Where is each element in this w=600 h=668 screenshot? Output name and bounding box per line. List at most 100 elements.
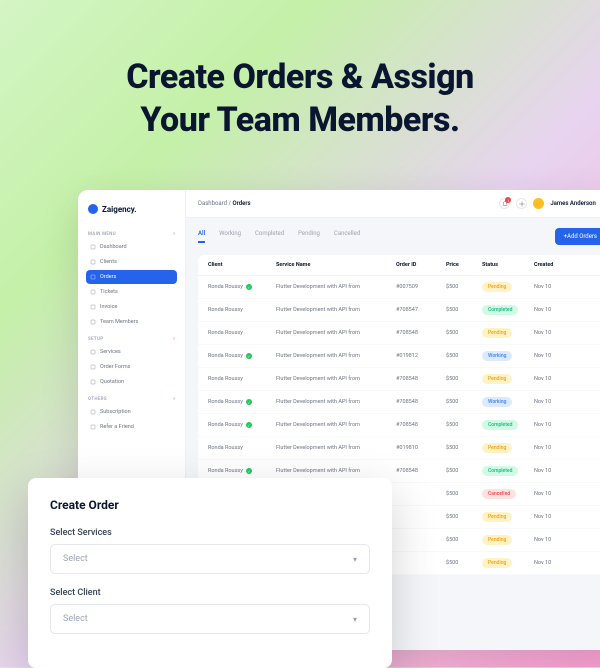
users-icon — [90, 259, 96, 265]
cell-orderid: #708548 — [396, 330, 446, 336]
sidebar-item-label: Team Members — [100, 319, 138, 325]
table-row[interactable]: Ronda Roussy✓ Flutter Development with A… — [198, 345, 600, 368]
tab-pending[interactable]: Pending — [298, 230, 320, 243]
label-services: Select Services — [50, 528, 370, 538]
sidebar-item-label: Tickets — [100, 289, 118, 295]
sidebar-item-services[interactable]: Services — [86, 345, 177, 359]
tab-cancelled[interactable]: Cancelled — [334, 230, 360, 243]
chevron-down-icon: ▾ — [353, 615, 357, 624]
th-service: Service Name — [276, 262, 396, 268]
team-icon — [90, 319, 96, 325]
tab-working[interactable]: Working — [219, 230, 241, 243]
select-services-placeholder: Select — [63, 554, 88, 564]
logo[interactable]: Zaigency. — [86, 200, 177, 224]
sidebar-item-dashboard[interactable]: Dashboard — [86, 240, 177, 254]
cell-status: Cancelled — [482, 489, 534, 499]
cell-client: Ronda Roussy✓ — [208, 468, 276, 474]
cell-status: Completed — [482, 420, 534, 430]
table-row[interactable]: Ronda Roussy Flutter Development with AP… — [198, 437, 600, 460]
table-row[interactable]: Ronda Roussy Flutter Development with AP… — [198, 322, 600, 345]
cell-client: Ronda Roussy — [208, 376, 276, 382]
cell-service: Flutter Development with API from — [276, 353, 396, 359]
sidebar-item-label: Dashboard — [100, 244, 127, 250]
select-client[interactable]: Select ▾ — [50, 604, 370, 634]
tab-completed[interactable]: Completed — [255, 230, 284, 243]
sidebar-item-label: Services — [100, 349, 121, 355]
cell-created: Nov 10 — [534, 422, 574, 428]
cell-created: Nov 10 — [534, 514, 574, 520]
cell-status: Pending — [482, 512, 534, 522]
notification-button[interactable]: 1 — [499, 198, 510, 209]
sidebar-item-label: Invoice — [100, 304, 117, 310]
sidebar-item-team-members[interactable]: Team Members — [86, 315, 177, 329]
sidebar-item-tickets[interactable]: Tickets — [86, 285, 177, 299]
table-row[interactable]: Ronda Roussy✓ Flutter Development with A… — [198, 276, 600, 299]
grid-icon — [90, 244, 96, 250]
table-row[interactable]: Ronda Roussy Flutter Development with AP… — [198, 368, 600, 391]
sidebar-item-label: Subscription — [100, 409, 131, 415]
form-icon — [90, 364, 96, 370]
cell-price: $500 — [446, 307, 482, 313]
sidebar-item-quotation[interactable]: Quotation — [86, 375, 177, 389]
cell-status: Completed — [482, 305, 534, 315]
cell-price: $500 — [446, 514, 482, 520]
cell-price: $500 — [446, 330, 482, 336]
cell-created: Nov 10 — [534, 353, 574, 359]
sidebar-item-clients[interactable]: Clients — [86, 255, 177, 269]
logo-icon — [88, 204, 98, 214]
cell-created: Nov 10 — [534, 284, 574, 290]
cell-status: Pending — [482, 558, 534, 568]
sidebar-item-refer-a-friend[interactable]: Refer a Friend — [86, 420, 177, 434]
cell-service: Flutter Development with API from — [276, 307, 396, 313]
status-badge: Pending — [482, 512, 512, 522]
cell-created: Nov 10 — [534, 560, 574, 566]
sidebar-item-invoice[interactable]: Invoice — [86, 300, 177, 314]
tabs-row: All Working Completed Pending Cancelled +Add… — [198, 228, 600, 245]
verified-icon: ✓ — [246, 284, 252, 290]
sidebar-item-subscription[interactable]: Subscription — [86, 405, 177, 419]
gear-icon — [90, 349, 96, 355]
table-row[interactable]: Ronda Roussy✓ Flutter Development with A… — [198, 391, 600, 414]
select-client-placeholder: Select — [63, 614, 88, 624]
cell-created: Nov 10 — [534, 468, 574, 474]
sidebar-item-orders[interactable]: Orders — [86, 270, 177, 284]
table-header: Client Service Name Order ID Price Statu… — [198, 255, 600, 276]
select-services[interactable]: Select ▾ — [50, 544, 370, 574]
status-badge: Pending — [482, 328, 512, 338]
modal-title: Create Order — [50, 498, 370, 512]
verified-icon: ✓ — [246, 422, 252, 428]
cell-status: Pending — [482, 282, 534, 292]
cell-price: $500 — [446, 491, 482, 497]
verified-icon: ✓ — [246, 468, 252, 474]
sub-icon — [90, 409, 96, 415]
verified-icon: ✓ — [246, 399, 252, 405]
status-badge: Working — [482, 397, 512, 407]
sidebar-item-label: Orders — [100, 274, 116, 280]
status-badge: Working — [482, 351, 512, 361]
avatar[interactable] — [533, 198, 544, 209]
status-badge: Cancelled — [482, 489, 516, 499]
table-row[interactable]: Ronda Roussy✓ Flutter Development with A… — [198, 414, 600, 437]
cell-status: Completed — [482, 466, 534, 476]
cell-price: $500 — [446, 422, 482, 428]
cell-client: Ronda Roussy — [208, 330, 276, 336]
add-orders-button[interactable]: +Add Orders — [555, 228, 600, 245]
cell-created: Nov 10 — [534, 399, 574, 405]
table-row[interactable]: Ronda Roussy Flutter Development with AP… — [198, 299, 600, 322]
cell-status: Pending — [482, 328, 534, 338]
cell-price: $500 — [446, 284, 482, 290]
cell-orderid: #019812 — [396, 353, 446, 359]
settings-button[interactable] — [516, 198, 527, 209]
logo-text: Zaigency. — [102, 205, 137, 214]
section-label: SETUP› — [88, 336, 175, 342]
th-client: Client — [208, 262, 276, 268]
notification-badge: 1 — [505, 197, 511, 203]
status-badge: Pending — [482, 374, 512, 384]
sidebar-item-order-forms[interactable]: Order Forms — [86, 360, 177, 374]
tab-all[interactable]: All — [198, 230, 205, 243]
cell-client: Ronda Roussy — [208, 445, 276, 451]
hero-title: Create Orders & AssignYour Team Members. — [0, 0, 600, 165]
topbar: Dashboard / Orders 1 James Anderson ⌄ — [186, 190, 600, 218]
topbar-right: 1 James Anderson ⌄ — [499, 198, 600, 209]
sidebar-item-label: Order Forms — [100, 364, 131, 370]
